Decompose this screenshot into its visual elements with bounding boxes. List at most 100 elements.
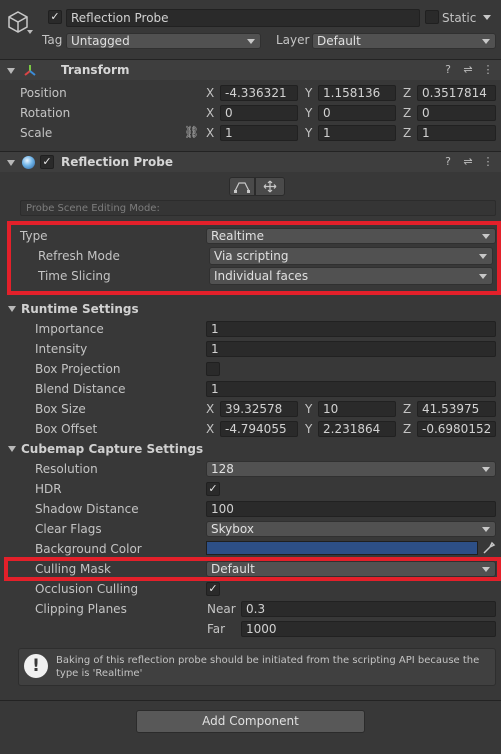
hdr-label: HDR [35,482,62,496]
cubemap-settings-title[interactable]: Cubemap Capture Settings [21,441,203,457]
rotation-y-axis[interactable]: Y [305,105,312,121]
realtime-warning-text: Baking of this reflection probe should b… [56,655,480,679]
runtime-foldout-icon[interactable] [8,306,16,312]
box-size-x-axis[interactable]: X [206,401,214,417]
hdr-checkbox[interactable]: ✓ [206,482,220,496]
box-size-y-field[interactable]: 10 [318,401,396,417]
background-color-swatch[interactable] [206,541,478,555]
help-icon[interactable]: ? [442,64,454,76]
context-menu-icon[interactable]: ⋮ [482,156,494,168]
clear-flags-dropdown[interactable]: Skybox [206,521,496,537]
box-projection-checkbox[interactable] [206,362,220,376]
probe-foldout-icon[interactable] [7,160,15,166]
rotation-z-field[interactable]: 0 [417,105,496,121]
probe-edit-mode-box: Probe Scene Editing Mode: [20,200,496,216]
blend-distance-field[interactable]: 1 [206,381,496,397]
probe-title: Reflection Probe [61,155,174,169]
shadow-distance-field[interactable]: 100 [206,501,496,517]
box-offset-y-axis[interactable]: Y [305,421,312,437]
intensity-label: Intensity [35,342,88,356]
move-origin-button[interactable] [255,177,285,196]
edit-bounds-icon [234,182,250,193]
tag-dropdown[interactable]: Untagged [66,33,261,49]
background-color-label: Background Color [35,542,142,556]
scale-z-axis[interactable]: Z [403,125,411,141]
scale-y-axis[interactable]: Y [305,125,312,141]
rotation-z-axis[interactable]: Z [403,105,411,121]
active-checkbox[interactable]: ✓ [48,10,62,24]
move-icon [263,180,277,193]
reflection-probe-header[interactable]: ✓ Reflection Probe ? ⇌ ⋮ [0,151,501,172]
layer-value: Default [317,34,361,48]
object-name-input[interactable]: Reflection Probe [66,9,420,27]
position-y-axis[interactable]: Y [305,85,312,101]
box-offset-label: Box Offset [35,422,98,436]
occlusion-culling-checkbox[interactable]: ✓ [206,582,220,596]
context-menu-icon[interactable]: ⋮ [482,64,494,76]
far-field[interactable]: 1000 [241,621,496,637]
position-x-axis[interactable]: X [206,85,214,101]
resolution-dropdown[interactable]: 128 [206,461,496,477]
scale-z-field[interactable]: 1 [417,125,496,141]
realtime-warning-box: ! Baking of this reflection probe should… [18,648,496,686]
clipping-planes-label: Clipping Planes [35,602,127,616]
far-label: Far [207,622,226,636]
eyedropper-icon[interactable] [482,541,496,555]
occlusion-culling-label: Occlusion Culling [35,582,139,596]
tag-label: Tag [42,33,63,47]
scale-x-field[interactable]: 1 [220,125,298,141]
tag-value: Untagged [71,34,130,48]
position-y-field[interactable]: 1.158136 [318,85,396,101]
transform-title: Transform [61,63,130,77]
position-label: Position [20,86,67,100]
preset-icon[interactable]: ⇌ [462,156,474,168]
resolution-value: 128 [211,462,234,476]
static-checkbox[interactable] [425,10,439,24]
scale-y-field[interactable]: 1 [318,125,396,141]
box-size-z-axis[interactable]: Z [403,401,411,417]
position-z-field[interactable]: 0.3517814 [417,85,496,101]
box-offset-x-field[interactable]: -4.794055 [220,421,298,437]
runtime-settings-title[interactable]: Runtime Settings [21,301,139,317]
box-offset-x-axis[interactable]: X [206,421,214,437]
box-offset-y-field[interactable]: 2.231864 [318,421,396,437]
box-offset-z-axis[interactable]: Z [403,421,411,437]
probe-edit-mode-text: Probe Scene Editing Mode: [26,203,160,214]
scale-x-axis[interactable]: X [206,125,214,141]
importance-field[interactable]: 1 [206,321,496,337]
intensity-field[interactable]: 1 [206,341,496,357]
box-offset-z-field[interactable]: -0.6980152 [417,421,496,437]
link-icon[interactable]: ⛓ [184,125,199,139]
importance-label: Importance [35,322,104,336]
transform-icon [22,63,38,79]
add-component-label: Add Component [202,714,299,728]
probe-enabled-checkbox[interactable]: ✓ [40,155,54,169]
highlight-box-type [7,221,501,295]
transform-header[interactable]: Transform ? ⇌ ⋮ [0,59,501,80]
help-icon[interactable]: ? [442,156,454,168]
near-label: Near [207,602,236,616]
transform-foldout-icon[interactable] [7,68,15,74]
edit-bounds-button[interactable] [229,177,255,196]
highlight-box-culling [4,557,501,581]
box-size-y-axis[interactable]: Y [305,401,312,417]
cubemap-foldout-icon[interactable] [8,446,16,452]
info-icon: ! [24,654,48,678]
add-component-button[interactable]: Add Component [136,710,365,733]
rotation-x-field[interactable]: 0 [220,105,298,121]
layer-label: Layer [276,33,310,47]
rotation-y-field[interactable]: 0 [318,105,396,121]
position-x-field[interactable]: -4.336321 [220,85,298,101]
position-z-axis[interactable]: Z [403,85,411,101]
icon-dropdown-arrow[interactable] [27,30,33,34]
static-label: Static [442,11,477,25]
box-size-x-field[interactable]: 39.32578 [220,401,298,417]
near-field[interactable]: 0.3 [241,601,496,617]
reflection-probe-icon [22,156,35,169]
resolution-label: Resolution [35,462,98,476]
static-dropdown-arrow[interactable] [480,10,496,26]
rotation-x-axis[interactable]: X [206,105,214,121]
preset-icon[interactable]: ⇌ [462,64,474,76]
box-size-z-field[interactable]: 41.53975 [417,401,496,417]
layer-dropdown[interactable]: Default [312,33,496,49]
